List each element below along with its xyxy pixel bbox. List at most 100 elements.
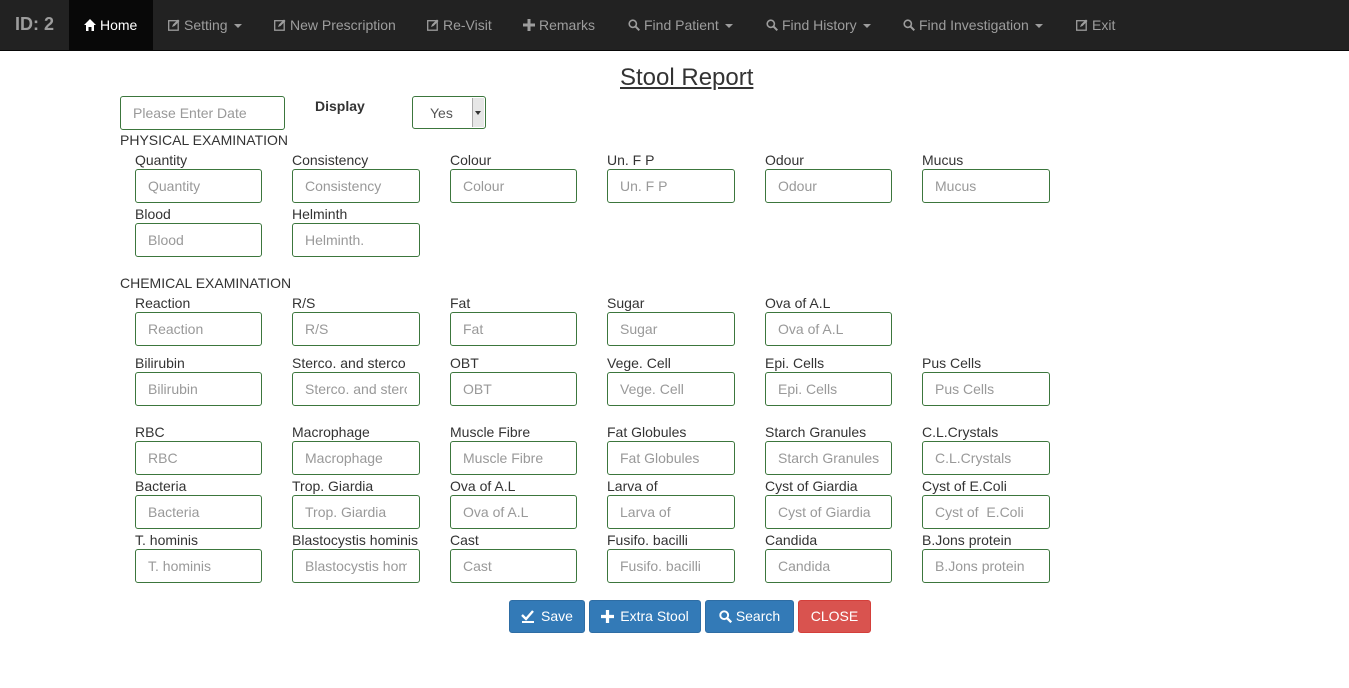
search-button-label: Search	[735, 608, 781, 624]
nav-home-label: Home	[100, 17, 138, 33]
field-input-blood[interactable]	[135, 223, 262, 257]
field-label-sterco-and-sterco: Sterco. and sterco	[292, 355, 406, 371]
field-input-cyst-of-e-coli[interactable]	[922, 495, 1050, 529]
top-navbar: ID: 2 Home Setting New Prescription Re-V…	[0, 0, 1349, 51]
display-select-value: Yes	[430, 105, 453, 121]
field-input-colour[interactable]	[450, 169, 577, 203]
field-input-b-jons-protein[interactable]	[922, 549, 1050, 583]
field-input-fusifo-bacilli[interactable]	[607, 549, 735, 583]
edit-icon	[168, 19, 180, 31]
field-input-ova-of-a-l[interactable]	[765, 312, 892, 346]
display-label: Display	[315, 98, 365, 114]
date-input[interactable]	[120, 96, 285, 130]
field-input-un-f-p[interactable]	[607, 169, 735, 203]
nav-new-prescription[interactable]: New Prescription	[274, 0, 396, 50]
plus-icon	[601, 610, 615, 623]
search-icon	[719, 610, 732, 623]
field-label-blastocystis-hominis: Blastocystis hominis	[292, 532, 419, 548]
field-input-mucus[interactable]	[922, 169, 1050, 203]
field-label-pus-cells: Pus Cells	[922, 355, 982, 371]
field-label-un-f-p: Un. F P	[607, 152, 655, 168]
chevron-down-icon	[862, 24, 871, 29]
field-input-sterco-and-sterco[interactable]	[292, 372, 420, 406]
home-icon	[84, 19, 96, 31]
field-label-candida: Candida	[765, 532, 818, 548]
nav-home[interactable]: Home	[69, 0, 153, 50]
field-label-r-s: R/S	[292, 295, 316, 311]
search-icon	[903, 19, 915, 31]
field-label-fusifo-bacilli: Fusifo. bacilli	[607, 532, 688, 548]
nav-find-patient-label: Find Patient	[644, 17, 719, 33]
field-input-muscle-fibre[interactable]	[450, 441, 577, 475]
field-label-bilirubin: Bilirubin	[135, 355, 185, 371]
field-input-larva-of[interactable]	[607, 495, 735, 529]
extra-stool-button[interactable]: Extra Stool	[589, 600, 701, 633]
field-input-consistency[interactable]	[292, 169, 420, 203]
field-label-blood: Blood	[135, 206, 171, 222]
field-input-fat-globules[interactable]	[607, 441, 735, 475]
field-input-macrophage[interactable]	[292, 441, 420, 475]
display-select[interactable]: Yes	[412, 96, 486, 129]
field-label-vege-cell: Vege. Cell	[607, 355, 671, 371]
field-label-odour: Odour	[765, 152, 804, 168]
field-label-colour: Colour	[450, 152, 492, 168]
nav-new-prescription-label: New Prescription	[290, 17, 396, 33]
field-label-fat-globules: Fat Globules	[607, 424, 687, 440]
field-label-rbc: RBC	[135, 424, 165, 440]
field-input-epi-cells[interactable]	[765, 372, 892, 406]
nav-find-history[interactable]: Find History	[766, 0, 871, 50]
nav-find-investigation-label: Find Investigation	[919, 17, 1029, 33]
nav-revisit[interactable]: Re-Visit	[427, 0, 492, 50]
edit-icon	[1076, 19, 1088, 31]
field-input-ova-of-a-l[interactable]	[450, 495, 577, 529]
extra-stool-button-label: Extra Stool	[620, 608, 689, 624]
field-label-obt: OBT	[450, 355, 479, 371]
save-button[interactable]: Save	[509, 600, 585, 633]
field-input-bacteria[interactable]	[135, 495, 262, 529]
field-input-vege-cell[interactable]	[607, 372, 735, 406]
nav-remarks[interactable]: Remarks	[523, 0, 595, 50]
field-label-consistency: Consistency	[292, 152, 369, 168]
field-input-starch-granules[interactable]	[765, 441, 892, 475]
field-label-ova-of-a-l: Ova of A.L	[450, 478, 516, 494]
field-input-pus-cells[interactable]	[922, 372, 1050, 406]
search-button[interactable]: Search	[705, 600, 794, 633]
nav-find-history-label: Find History	[782, 17, 857, 33]
field-label-reaction: Reaction	[135, 295, 191, 311]
close-button[interactable]: CLOSE	[798, 600, 871, 633]
field-input-cyst-of-giardia[interactable]	[765, 495, 892, 529]
field-input-t-hominis[interactable]	[135, 549, 262, 583]
field-input-odour[interactable]	[765, 169, 892, 203]
save-button-label: Save	[541, 608, 573, 624]
field-input-c-l-crystals[interactable]	[922, 441, 1050, 475]
field-input-blastocystis-hominis[interactable]	[292, 549, 420, 583]
patient-id-brand: ID: 2	[15, 14, 55, 34]
check-icon	[521, 610, 535, 623]
field-input-reaction[interactable]	[135, 312, 262, 346]
field-input-candida[interactable]	[765, 549, 892, 583]
field-input-r-s[interactable]	[292, 312, 420, 346]
field-input-sugar[interactable]	[607, 312, 735, 346]
nav-setting[interactable]: Setting	[168, 0, 242, 50]
field-input-cast[interactable]	[450, 549, 577, 583]
plus-icon	[523, 19, 535, 31]
field-input-fat[interactable]	[450, 312, 577, 346]
field-label-mucus: Mucus	[922, 152, 964, 168]
field-label-cyst-of-e-coli: Cyst of E.Coli	[922, 478, 1007, 494]
field-label-trop-giardia: Trop. Giardia	[292, 478, 374, 494]
field-input-obt[interactable]	[450, 372, 577, 406]
field-input-quantity[interactable]	[135, 169, 262, 203]
field-input-rbc[interactable]	[135, 441, 262, 475]
field-label-bacteria: Bacteria	[135, 478, 187, 494]
nav-exit[interactable]: Exit	[1076, 0, 1115, 50]
edit-icon	[427, 19, 439, 31]
field-input-bilirubin[interactable]	[135, 372, 262, 406]
physical-exam-heading: PHYSICAL EXAMINATION	[120, 132, 289, 148]
field-input-helminth[interactable]	[292, 223, 420, 257]
chevron-down-icon	[1034, 24, 1043, 29]
nav-find-investigation[interactable]: Find Investigation	[903, 0, 1043, 50]
nav-revisit-label: Re-Visit	[443, 17, 492, 33]
nav-find-patient[interactable]: Find Patient	[628, 0, 733, 50]
field-input-trop-giardia[interactable]	[292, 495, 420, 529]
field-label-starch-granules: Starch Granules	[765, 424, 867, 440]
